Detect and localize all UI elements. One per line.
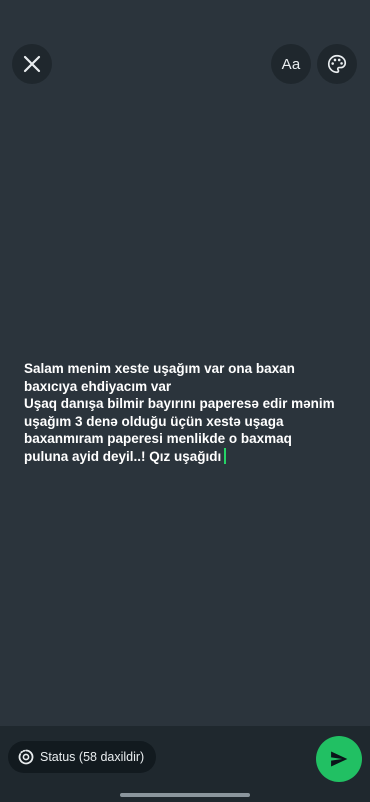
status-text-line-4: uşağım 3 denə olduğu üçün xestə uşaga [24,413,284,429]
status-text-line-3: Uşaq danışa bilmir bayırını paperesə edi… [24,396,335,412]
status-composer-screen: Aa Salam menim xeste uşağım var ona baxa… [0,0,370,802]
palette-icon [328,54,347,74]
font-style-button[interactable]: Aa [271,44,311,84]
send-icon [331,751,348,767]
font-style-label: Aa [281,55,301,73]
status-text-input[interactable]: Salam menim xeste uşağım var ona baxan b… [24,360,346,466]
status-ring-icon [18,749,34,765]
close-icon [23,55,41,73]
send-button[interactable] [316,736,362,782]
status-text-line-1: Salam menim xeste uşağım var ona baxan [24,361,295,376]
background-color-button[interactable] [317,44,357,84]
status-text-line-6: puluna ayid deyil..! Qız uşağıdı [24,448,222,464]
bottom-bar: Status (58 daxildir) [0,726,370,802]
text-cursor [224,447,227,464]
status-audience-label: Status (58 daxildir) [40,750,145,764]
status-text-line-5: baxanmıram paperesi menlikde o baxmaq [24,431,292,447]
close-button[interactable] [12,44,52,84]
status-text-line-2: baxıcıya ehdiyacım var [24,378,172,394]
home-indicator[interactable] [120,793,250,797]
status-audience-chip[interactable]: Status (58 daxildir) [8,741,157,773]
